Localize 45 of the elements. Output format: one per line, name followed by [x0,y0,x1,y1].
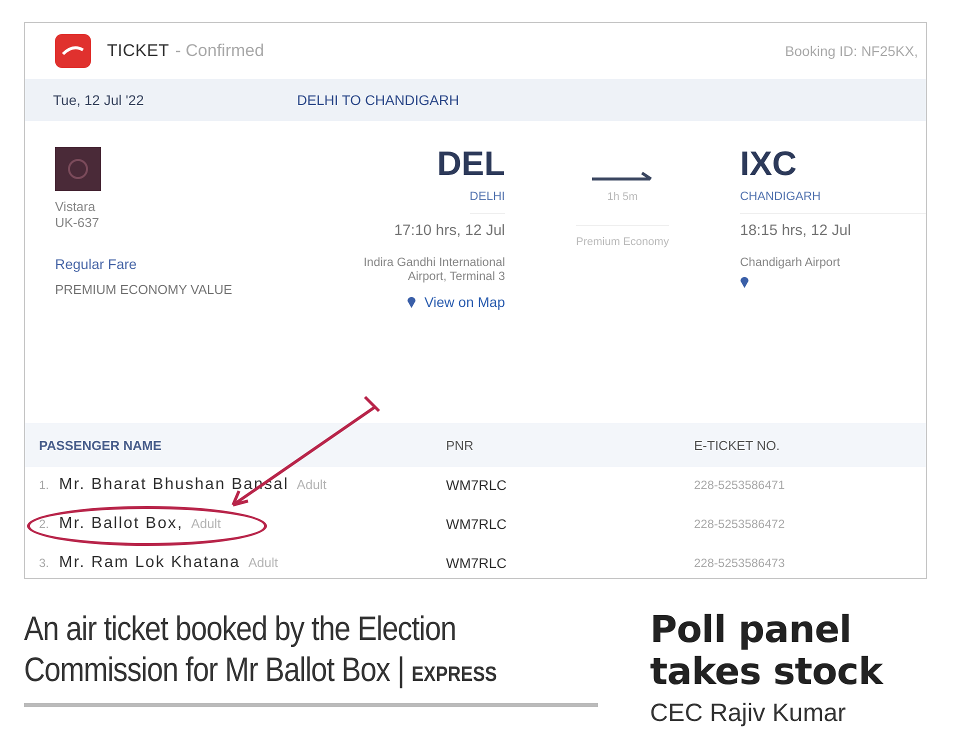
flight-arrow-icon [592,169,654,183]
ticket-title: TICKET [107,41,170,61]
pnr-code: WM7RLC [446,516,508,532]
fare-type: Regular Fare [55,256,138,272]
row-number: 3. [39,556,50,570]
arrival-time: 18:15 hrs, 12 Jul [740,222,852,239]
airline-name: Vistara [55,199,96,215]
app-logo-icon [55,34,91,68]
view-on-map-link[interactable]: View on Map [424,294,505,310]
passenger-type: Adult [296,477,326,492]
e-ticket-number: 228-5253586471 [694,478,786,492]
location-pin-icon [407,295,416,308]
passenger-type: Adult [248,555,278,570]
arrival-airport-name: Chandigarh Airport [740,255,842,270]
location-pin-icon [740,275,749,288]
departure-city: DELHI [470,189,505,214]
route-title: DELHI TO CHANDIGARH [297,92,460,108]
booking-id: Booking ID: NF25KX, [784,43,918,59]
pnr-code: WM7RLC [446,554,508,570]
passenger-type: Adult [191,516,221,531]
departure-airport-code: DEL [437,147,505,181]
column-header: PASSENGER NAME [39,438,163,452]
row-number: 1. [39,478,50,492]
cabin-class: Premium Economy [576,225,669,248]
row-number: 2. [39,516,50,530]
flight-number: UK-637 [55,214,100,230]
airline-logo-icon [55,147,101,191]
travel-date: Tue, 12 Jul '22 [53,92,145,108]
passenger-name: Mr. Ballot Box, [59,514,184,532]
e-ticket-number: 228-5253586473 [694,556,786,570]
caption-text: An air ticket booked by the Election Commission for Mr Ballot Box | EXPRESS [24,609,498,691]
article-text: CEC Rajiv Kumar [650,699,847,728]
passenger-name: Mr. Ram Lok Khatana [59,554,240,572]
departure-time: 17:10 hrs, 12 Jul [394,222,505,239]
pnr-code: WM7RLC [446,476,508,492]
column-header: PNR [446,438,474,452]
flight-duration: 1h 5m [607,191,638,203]
headline: Poll panel takes stock [650,609,884,693]
arrival-airport-code: IXC [740,147,798,181]
departure-airport-name: Indira Gandhi International Airport, Terminal 3 [362,255,505,284]
column-header: E-TICKET NO. [694,438,781,452]
ticket-status: - Confirmed [175,41,264,61]
arrival-city: CHANDIGARH [740,189,926,214]
fare-class: PREMIUM ECONOMY VALUE [55,282,234,298]
e-ticket-number: 228-5253586472 [694,516,786,530]
